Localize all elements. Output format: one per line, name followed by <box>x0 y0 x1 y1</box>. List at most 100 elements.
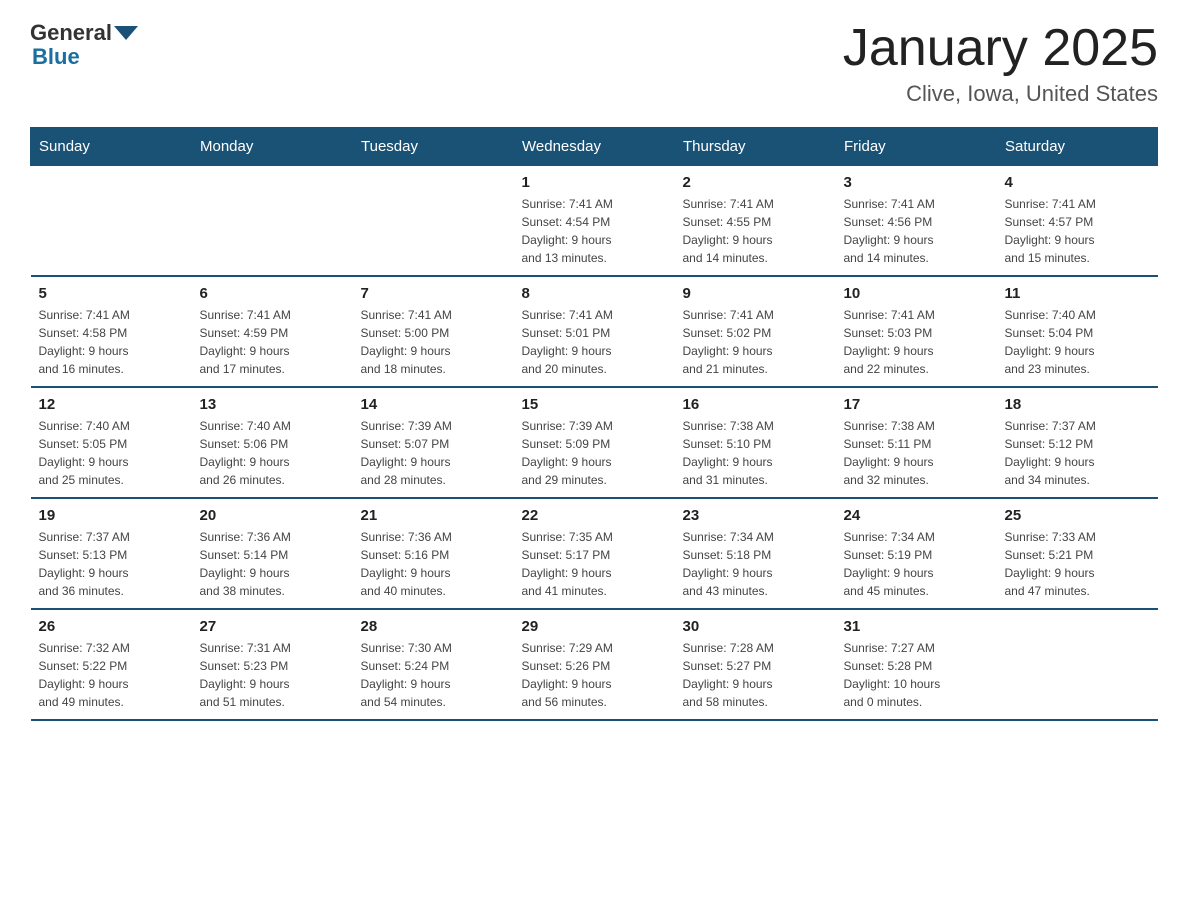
week-row-1: 1 Sunrise: 7:41 AMSunset: 4:54 PMDaylight… <box>31 166 1158 277</box>
calendar-cell: 8Sunrise: 7:41 AMSunset: 5:01 PMDaylight… <box>514 276 675 387</box>
calendar-cell: 5Sunrise: 7:41 AMSunset: 4:58 PMDaylight… <box>31 276 192 387</box>
day-number: 16 <box>683 396 828 413</box>
calendar-cell: 9 Sunrise: 7:41 AMSunset: 5:02 PMDaylight… <box>675 276 836 387</box>
day-number: 9 <box>683 285 828 302</box>
day-number: 24 <box>844 507 989 524</box>
calendar-cell: 7 Sunrise: 7:41 AMSunset: 5:00 PMDaylight… <box>353 276 514 387</box>
calendar-cell: 30Sunrise: 7:28 AMSunset: 5:27 PMDayligh… <box>675 609 836 720</box>
title-block: January 2025 Clive, Iowa, United States <box>843 20 1158 107</box>
calendar-cell: 26 Sunrise: 7:32 AMSunset: 5:22 PMDayligh… <box>31 609 192 720</box>
day-info: Sunrise: 7:34 AMSunset: 5:18 PMDaylight:… <box>683 528 828 600</box>
calendar-cell: 29 Sunrise: 7:29 AMSunset: 5:26 PMDayligh… <box>514 609 675 720</box>
calendar-cell: 20 Sunrise: 7:36 AMSunset: 5:14 PMDayligh… <box>192 498 353 609</box>
day-number: 27 <box>200 618 345 635</box>
day-number: 3 <box>844 174 989 191</box>
page-header: General Blue January 2025 Clive, Iowa, U… <box>30 20 1158 107</box>
day-info: Sunrise: 7:41 AMSunset: 5:02 PMDaylight:… <box>683 306 828 378</box>
day-number: 14 <box>361 396 506 413</box>
day-info: Sunrise: 7:37 AMSunset: 5:12 PMDaylight:… <box>1005 417 1150 489</box>
day-info: Sunrise: 7:40 AMSunset: 5:04 PMDaylight:… <box>1005 306 1150 378</box>
day-number: 15 <box>522 396 667 413</box>
calendar-cell: 27Sunrise: 7:31 AMSunset: 5:23 PMDayligh… <box>192 609 353 720</box>
day-info: Sunrise: 7:28 AMSunset: 5:27 PMDaylight:… <box>683 639 828 711</box>
calendar-cell: 22Sunrise: 7:35 AMSunset: 5:17 PMDayligh… <box>514 498 675 609</box>
day-number: 26 <box>39 618 184 635</box>
header-monday: Monday <box>192 128 353 166</box>
day-info: Sunrise: 7:39 AMSunset: 5:09 PMDaylight:… <box>522 417 667 489</box>
header-sunday: Sunday <box>31 128 192 166</box>
day-info: Sunrise: 7:30 AMSunset: 5:24 PMDaylight:… <box>361 639 506 711</box>
day-number: 17 <box>844 396 989 413</box>
day-number: 7 <box>361 285 506 302</box>
day-info: Sunrise: 7:38 AMSunset: 5:10 PMDaylight:… <box>683 417 828 489</box>
day-number: 5 <box>39 285 184 302</box>
day-number: 11 <box>1005 285 1150 302</box>
logo: General Blue <box>30 20 140 70</box>
day-number: 13 <box>200 396 345 413</box>
calendar-cell: 18 Sunrise: 7:37 AMSunset: 5:12 PMDayligh… <box>997 387 1158 498</box>
day-info: Sunrise: 7:36 AMSunset: 5:14 PMDaylight:… <box>200 528 345 600</box>
day-info: Sunrise: 7:41 AMSunset: 4:59 PMDaylight:… <box>200 306 345 378</box>
calendar-cell: 10Sunrise: 7:41 AMSunset: 5:03 PMDayligh… <box>836 276 997 387</box>
day-info: Sunrise: 7:41 AMSunset: 4:56 PMDaylight:… <box>844 195 989 267</box>
day-info: Sunrise: 7:37 AMSunset: 5:13 PMDaylight:… <box>39 528 184 600</box>
day-number: 31 <box>844 618 989 635</box>
calendar-cell: 6Sunrise: 7:41 AMSunset: 4:59 PMDaylight… <box>192 276 353 387</box>
logo-general-text: General <box>30 20 112 46</box>
day-number: 12 <box>39 396 184 413</box>
header-saturday: Saturday <box>997 128 1158 166</box>
day-number: 4 <box>1005 174 1150 191</box>
calendar-cell: 13 Sunrise: 7:40 AMSunset: 5:06 PMDayligh… <box>192 387 353 498</box>
calendar-subtitle: Clive, Iowa, United States <box>843 81 1158 107</box>
header-wednesday: Wednesday <box>514 128 675 166</box>
calendar-cell <box>353 166 514 277</box>
week-row-5: 26 Sunrise: 7:32 AMSunset: 5:22 PMDayligh… <box>31 609 1158 720</box>
calendar-cell: 4 Sunrise: 7:41 AMSunset: 4:57 PMDaylight… <box>997 166 1158 277</box>
day-info: Sunrise: 7:27 AMSunset: 5:28 PMDaylight:… <box>844 639 989 711</box>
day-info: Sunrise: 7:29 AMSunset: 5:26 PMDaylight:… <box>522 639 667 711</box>
day-info: Sunrise: 7:39 AMSunset: 5:07 PMDaylight:… <box>361 417 506 489</box>
calendar-cell: 28 Sunrise: 7:30 AMSunset: 5:24 PMDayligh… <box>353 609 514 720</box>
calendar-cell <box>192 166 353 277</box>
calendar-cell: 16 Sunrise: 7:38 AMSunset: 5:10 PMDayligh… <box>675 387 836 498</box>
day-info: Sunrise: 7:41 AMSunset: 4:55 PMDaylight:… <box>683 195 828 267</box>
calendar-table: SundayMondayTuesdayWednesdayThursdayFrid… <box>30 127 1158 721</box>
calendar-title: January 2025 <box>843 20 1158 77</box>
week-row-4: 19 Sunrise: 7:37 AMSunset: 5:13 PMDayligh… <box>31 498 1158 609</box>
calendar-cell <box>31 166 192 277</box>
day-number: 1 <box>522 174 667 191</box>
day-number: 18 <box>1005 396 1150 413</box>
calendar-cell: 1 Sunrise: 7:41 AMSunset: 4:54 PMDaylight… <box>514 166 675 277</box>
calendar-cell: 24 Sunrise: 7:34 AMSunset: 5:19 PMDayligh… <box>836 498 997 609</box>
day-info: Sunrise: 7:33 AMSunset: 5:21 PMDaylight:… <box>1005 528 1150 600</box>
logo-blue-text: Blue <box>30 44 80 70</box>
day-info: Sunrise: 7:41 AMSunset: 4:57 PMDaylight:… <box>1005 195 1150 267</box>
logo-arrow-icon <box>114 26 138 40</box>
day-info: Sunrise: 7:34 AMSunset: 5:19 PMDaylight:… <box>844 528 989 600</box>
day-info: Sunrise: 7:32 AMSunset: 5:22 PMDaylight:… <box>39 639 184 711</box>
calendar-cell: 2Sunrise: 7:41 AMSunset: 4:55 PMDaylight… <box>675 166 836 277</box>
calendar-cell: 3 Sunrise: 7:41 AMSunset: 4:56 PMDaylight… <box>836 166 997 277</box>
calendar-header-row: SundayMondayTuesdayWednesdayThursdayFrid… <box>31 128 1158 166</box>
header-thursday: Thursday <box>675 128 836 166</box>
week-row-3: 12 Sunrise: 7:40 AMSunset: 5:05 PMDayligh… <box>31 387 1158 498</box>
calendar-cell: 21Sunrise: 7:36 AMSunset: 5:16 PMDayligh… <box>353 498 514 609</box>
calendar-cell: 17Sunrise: 7:38 AMSunset: 5:11 PMDayligh… <box>836 387 997 498</box>
day-info: Sunrise: 7:41 AMSunset: 5:00 PMDaylight:… <box>361 306 506 378</box>
day-number: 28 <box>361 618 506 635</box>
day-info: Sunrise: 7:41 AMSunset: 5:03 PMDaylight:… <box>844 306 989 378</box>
day-number: 23 <box>683 507 828 524</box>
day-number: 20 <box>200 507 345 524</box>
day-number: 22 <box>522 507 667 524</box>
calendar-cell: 19 Sunrise: 7:37 AMSunset: 5:13 PMDayligh… <box>31 498 192 609</box>
day-number: 29 <box>522 618 667 635</box>
header-tuesday: Tuesday <box>353 128 514 166</box>
day-info: Sunrise: 7:40 AMSunset: 5:05 PMDaylight:… <box>39 417 184 489</box>
day-number: 25 <box>1005 507 1150 524</box>
day-number: 19 <box>39 507 184 524</box>
day-number: 21 <box>361 507 506 524</box>
day-info: Sunrise: 7:41 AMSunset: 4:54 PMDaylight:… <box>522 195 667 267</box>
calendar-cell: 15 Sunrise: 7:39 AMSunset: 5:09 PMDayligh… <box>514 387 675 498</box>
day-info: Sunrise: 7:40 AMSunset: 5:06 PMDaylight:… <box>200 417 345 489</box>
calendar-cell: 23 Sunrise: 7:34 AMSunset: 5:18 PMDayligh… <box>675 498 836 609</box>
